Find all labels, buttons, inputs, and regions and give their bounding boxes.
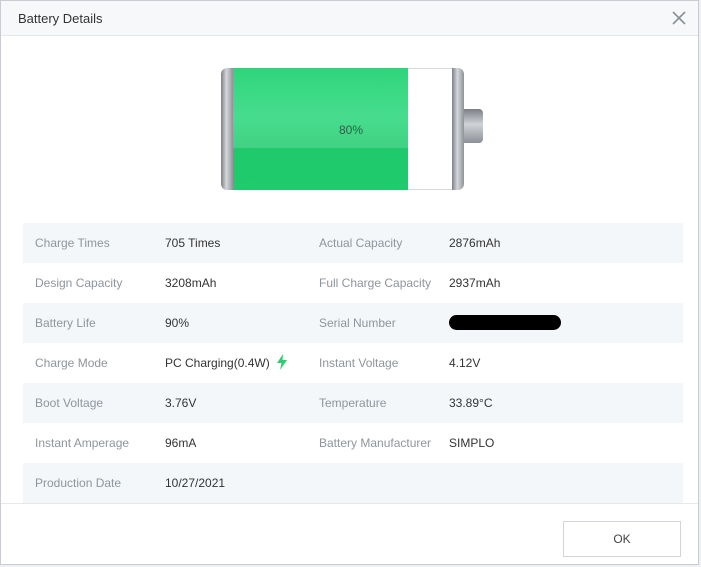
lightning-bolt-icon <box>276 354 287 371</box>
row-label: Instant Amperage <box>35 436 130 450</box>
row-label: Charge Times <box>35 236 110 250</box>
row-label: Battery Manufacturer <box>319 436 432 450</box>
redaction-bar <box>449 315 561 331</box>
row-value: 90% <box>165 316 190 330</box>
title-bar: Battery Details <box>1 1 698 36</box>
row-label: Design Capacity <box>35 276 123 290</box>
table-row: Boot Voltage 3.76V Temperature 33.89°C <box>23 383 683 423</box>
row-value: 2876mAh <box>449 236 501 250</box>
row-label: Battery Life <box>35 316 96 330</box>
row-label: Full Charge Capacity <box>319 276 432 290</box>
footer-divider <box>1 503 698 504</box>
row-value: 96mA <box>165 436 197 450</box>
table-row: Production Date 10/27/2021 <box>23 463 683 503</box>
table-row: Instant Amperage 96mA Battery Manufactur… <box>23 423 683 463</box>
row-label: Instant Voltage <box>319 356 399 370</box>
row-label: Serial Number <box>319 316 396 330</box>
row-value: 705 Times <box>165 236 221 250</box>
battery-percent-label: 80% <box>338 123 364 137</box>
row-value: 10/27/2021 <box>165 476 226 490</box>
row-label: Production Date <box>35 476 122 490</box>
battery-terminal <box>464 109 483 143</box>
row-value: SIMPLO <box>449 436 495 450</box>
battery-details-dialog: Battery Details 80% Charge Times 705 Tim… <box>0 0 699 565</box>
row-label: Actual Capacity <box>319 236 403 250</box>
charge-mode-value: PC Charging(0.4W) <box>165 343 288 383</box>
dialog-title: Battery Details <box>18 11 103 26</box>
battery-info-table: Charge Times 705 Times Actual Capacity 2… <box>23 223 683 503</box>
row-label: Boot Voltage <box>35 396 104 410</box>
table-row: Battery Life 90% Serial Number <box>23 303 683 343</box>
row-value: 3.76V <box>165 396 197 410</box>
table-row: Design Capacity 3208mAh Full Charge Capa… <box>23 263 683 303</box>
row-value: 33.89°C <box>449 396 493 410</box>
row-value: 2937mAh <box>449 276 501 290</box>
battery-graphic: 80% <box>221 68 485 190</box>
table-row: Charge Times 705 Times Actual Capacity 2… <box>23 223 683 263</box>
row-value: PC Charging(0.4W) <box>165 356 270 370</box>
row-value: 4.12V <box>449 356 481 370</box>
close-icon <box>672 11 686 25</box>
ok-button[interactable]: OK <box>563 521 681 557</box>
battery-body: 80% <box>221 68 464 190</box>
serial-number-redacted <box>449 303 561 343</box>
row-value: 3208mAh <box>165 276 217 290</box>
row-label: Temperature <box>319 396 387 410</box>
close-button[interactable] <box>668 7 690 29</box>
row-label: Charge Mode <box>35 356 108 370</box>
table-row: Charge Mode PC Charging(0.4W) Instant Vo… <box>23 343 683 383</box>
